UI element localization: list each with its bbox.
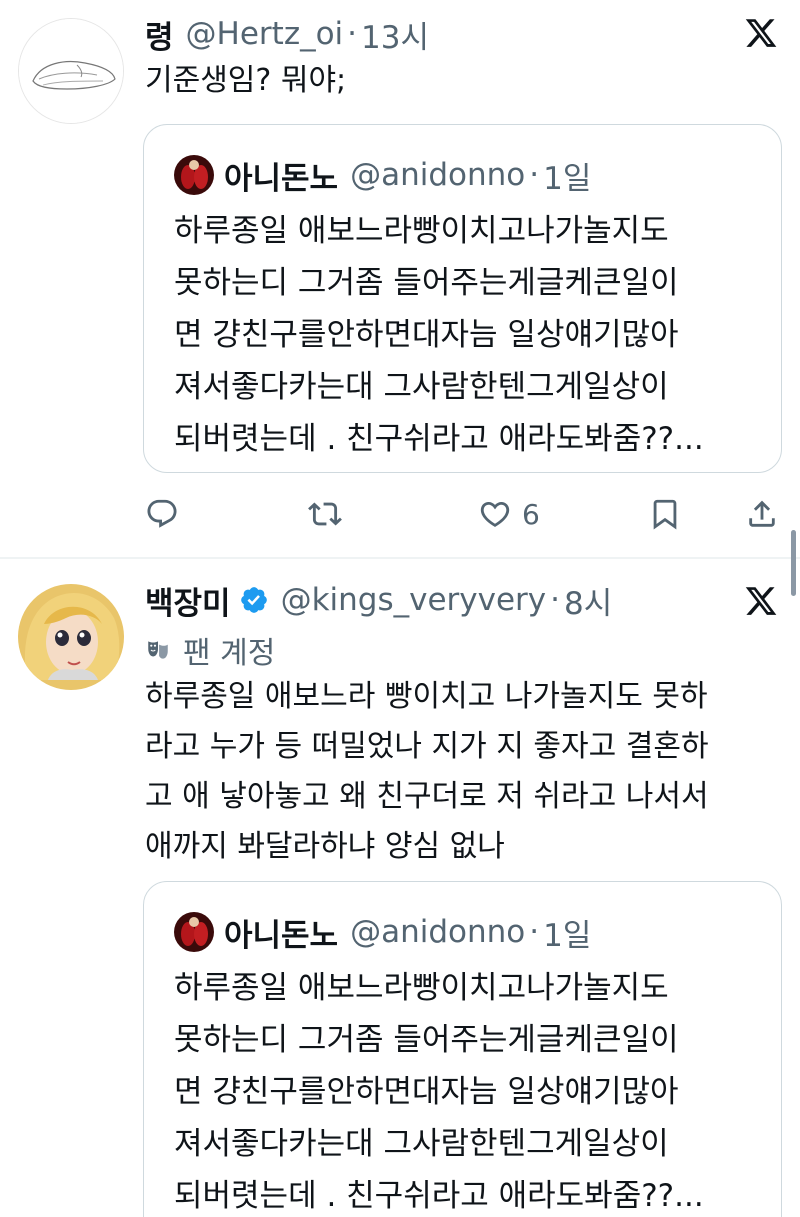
tweet-text-line: 하루종일 애보느라 빵이치고 나가놀지도 못하 bbox=[145, 679, 708, 714]
like-count: 6 bbox=[522, 497, 540, 531]
quoted-timestamp: 1일 bbox=[543, 160, 592, 197]
scrollbar[interactable] bbox=[791, 530, 796, 596]
tweet-text-line: 애까지 봐달라하냐 양심 없나 bbox=[145, 829, 505, 864]
timestamp[interactable]: 13시 bbox=[361, 12, 429, 57]
quoted-text-line: 되버렷는데 . 친구쉬라고 애라도봐줌??... bbox=[174, 421, 704, 457]
quoted-tweet[interactable]: 아니돈노 @anidonno · 1일 하루종일 애보느라빵이치고나가놀지도 못… bbox=[143, 881, 782, 1217]
reply-button[interactable] bbox=[145, 489, 179, 539]
quoted-text: 하루종일 애보느라빵이치고나가놀지도 못하는디 그거좀 들어주는게글케큰일이 면… bbox=[174, 962, 764, 1217]
quoted-handle: @anidonno bbox=[350, 914, 526, 950]
retweet-icon bbox=[308, 502, 342, 526]
quoted-text-line: 면 걍친구를안하면대자늠 일상얘기많아 bbox=[174, 317, 679, 353]
avatar[interactable] bbox=[18, 584, 124, 690]
quoted-text-line: 져서좋다카는대 그사람한텐그게일상이 bbox=[174, 1126, 669, 1162]
handle[interactable]: @Hertz_oi bbox=[186, 16, 344, 52]
tweet-text-line: 고 애 낳아놓고 왜 친구더로 저 쉬라고 나서서 bbox=[145, 779, 709, 814]
avatar-illustration-image bbox=[18, 584, 124, 690]
avatar[interactable] bbox=[18, 18, 124, 124]
fan-account-text: 팬 계정 bbox=[183, 636, 276, 671]
quoted-tweet[interactable]: 아니돈노 @anidonno · 1일 하루종일 애보느라빵이치고나가놀지도 못… bbox=[143, 124, 782, 473]
quoted-text: 하루종일 애보느라빵이치고나가놀지도 못하는디 그거좀 들어주는게글케큰일이 면… bbox=[174, 205, 764, 465]
quoted-handle: @anidonno bbox=[350, 157, 526, 193]
avatar-sketch-image bbox=[19, 19, 123, 123]
x-logo-icon[interactable] bbox=[744, 584, 778, 618]
share-icon bbox=[749, 500, 775, 527]
quoted-text-line: 되버렷는데 . 친구쉬라고 애라도봐줌??... bbox=[174, 1178, 704, 1214]
quoted-text-line: 못하는디 그거좀 들어주는게글케큰일이 bbox=[174, 265, 679, 301]
reply-icon bbox=[147, 499, 177, 528]
quoted-timestamp: 1일 bbox=[543, 917, 592, 954]
timestamp[interactable]: 8시 bbox=[564, 578, 612, 623]
tweet-text: 기준생임? 뭐야; bbox=[145, 63, 347, 98]
separator: · bbox=[529, 157, 540, 193]
quoted-avatar bbox=[174, 155, 214, 195]
separator: · bbox=[529, 914, 540, 950]
quoted-display-name: 아니돈노 bbox=[224, 917, 339, 954]
like-button[interactable]: 6 bbox=[478, 489, 540, 539]
display-name[interactable]: 령 bbox=[145, 12, 174, 57]
bookmark-button[interactable] bbox=[648, 489, 682, 539]
quoted-text-line: 져서좋다카는대 그사람한텐그게일상이 bbox=[174, 369, 669, 405]
quoted-text-line: 하루종일 애보느라빵이치고나가놀지도 bbox=[174, 970, 669, 1006]
retweet-button[interactable] bbox=[308, 489, 342, 539]
quoted-text-line: 하루종일 애보느라빵이치고나가놀지도 bbox=[174, 213, 669, 249]
quoted-avatar bbox=[174, 912, 214, 952]
handle[interactable]: @kings_veryvery bbox=[281, 582, 547, 618]
separator: · bbox=[347, 16, 358, 52]
tweet-divider bbox=[0, 557, 800, 559]
x-logo-icon[interactable] bbox=[744, 16, 778, 50]
verified-badge-icon bbox=[240, 587, 267, 613]
heart-icon bbox=[480, 501, 510, 527]
separator: · bbox=[550, 582, 560, 618]
action-bar: 6 bbox=[0, 489, 800, 539]
tweet-text: 하루종일 애보느라 빵이치고 나가놀지도 못하 라고 누가 등 떠밀었나 지가 … bbox=[145, 672, 785, 872]
display-name[interactable]: 백장미 bbox=[145, 578, 231, 623]
theater-mask-icon bbox=[148, 641, 168, 659]
quoted-text-line: 못하는디 그거좀 들어주는게글케큰일이 bbox=[174, 1022, 679, 1058]
share-button[interactable] bbox=[745, 489, 779, 539]
bookmark-icon bbox=[653, 499, 677, 530]
quoted-text-line: 면 걍친구를안하면대자늠 일상얘기많아 bbox=[174, 1074, 679, 1110]
fan-account-label: 팬 계정 bbox=[145, 630, 276, 671]
quoted-display-name: 아니돈노 bbox=[224, 160, 339, 197]
tweet-text-line: 라고 누가 등 떠밀었나 지가 지 좋자고 결혼하 bbox=[145, 729, 709, 764]
